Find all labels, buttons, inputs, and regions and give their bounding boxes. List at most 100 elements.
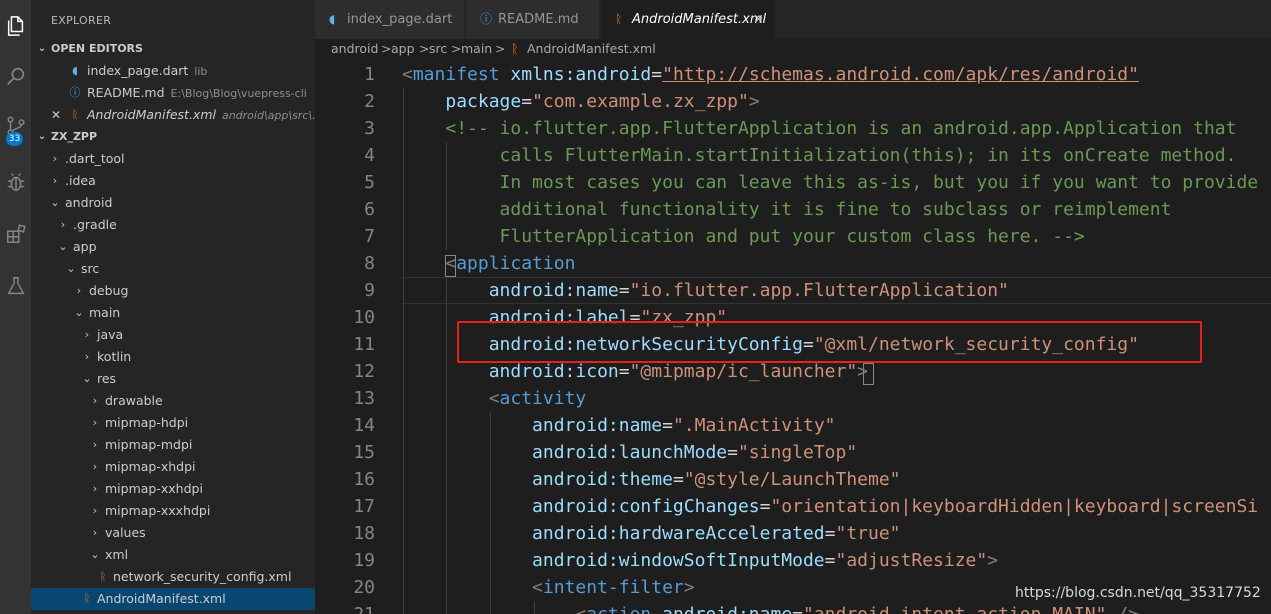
open-editor-item[interactable]: ⓘ README.md E:\Blog\Blog\vuepress-cli bbox=[31, 82, 315, 104]
tree-folder[interactable]: › debug bbox=[31, 280, 315, 302]
tab-close-icon[interactable]: × bbox=[753, 0, 764, 39]
code-line: <action android:name="android.intent.act… bbox=[402, 601, 1139, 614]
chevron-right-icon: › bbox=[52, 152, 58, 165]
chevron-down-icon: ⌄ bbox=[37, 131, 47, 142]
breadcrumb-item[interactable]: AndroidManifest.xml bbox=[527, 39, 656, 59]
breadcrumb-item[interactable]: src bbox=[429, 39, 447, 59]
code-line: android:name=".MainActivity" bbox=[532, 415, 836, 436]
debug-icon[interactable] bbox=[0, 162, 31, 202]
line-number: 5 bbox=[364, 172, 375, 193]
line-number: 13 bbox=[353, 388, 375, 409]
line-number: 11 bbox=[353, 334, 375, 355]
line-number: 7 bbox=[364, 226, 375, 247]
tree-folder[interactable]: › java bbox=[31, 324, 315, 346]
tree-file-selected[interactable]: ᚱ AndroidManifest.xml bbox=[31, 588, 315, 610]
code-line: <application bbox=[445, 253, 576, 274]
line-number: 21 bbox=[315, 601, 375, 614]
chevron-right-icon: › bbox=[92, 438, 98, 451]
tree-file[interactable]: ᚱ network_security_config.xml bbox=[31, 566, 315, 588]
code-line: android:windowSoftInputMode="adjustResiz… bbox=[532, 550, 999, 571]
line-number: 4 bbox=[364, 145, 375, 166]
project-header[interactable]: ⌄ ZX_ZPP bbox=[31, 126, 315, 148]
xml-file-icon: ᚱ bbox=[83, 592, 91, 605]
testing-icon[interactable] bbox=[0, 266, 31, 306]
code-comment-line: additional functionality it is fine to s… bbox=[499, 199, 1172, 220]
tree-folder[interactable]: › mipmap-xxxhdpi bbox=[31, 500, 315, 522]
extensions-icon[interactable] bbox=[0, 214, 31, 254]
tree-folder[interactable]: › .dart_tool bbox=[31, 148, 315, 170]
chevron-right-icon: › bbox=[92, 526, 98, 539]
tab-bar: ◖ index_page.dart ⓘ README.md ᚱ AndroidM… bbox=[315, 0, 1271, 39]
line-number: 1 bbox=[364, 64, 375, 85]
tree-folder[interactable]: ⌄ android bbox=[31, 192, 315, 214]
tree-folder[interactable]: ⌄ xml bbox=[31, 544, 315, 566]
line-number: 20 bbox=[353, 577, 375, 598]
code-comment-line: In most cases you can leave this as-is, … bbox=[499, 172, 1259, 193]
code-line: android:hardwareAccelerated="true" bbox=[532, 523, 901, 544]
code-line: android:configChanges="orientation|keybo… bbox=[532, 496, 1259, 517]
line-number: 19 bbox=[353, 550, 375, 571]
chevron-right-icon: › bbox=[52, 174, 58, 187]
code-line: android:theme="@style/LaunchTheme" bbox=[532, 469, 901, 490]
code-line: android:name="io.flutter.app.FlutterAppl… bbox=[488, 280, 1009, 301]
code-comment-line: <!-- io.flutter.app.FlutterApplication i… bbox=[445, 118, 1237, 139]
chevron-down-icon: ⌄ bbox=[74, 306, 84, 319]
chevron-down-icon: ⌄ bbox=[58, 240, 68, 253]
files-icon[interactable] bbox=[0, 6, 31, 46]
annotation-highlight-box bbox=[457, 321, 1202, 363]
tab-readme[interactable]: ⓘ README.md bbox=[466, 0, 600, 39]
dart-file-icon: ◖ bbox=[329, 12, 336, 26]
search-icon[interactable] bbox=[0, 56, 31, 96]
breadcrumb: android > app > src > main > ᚱ AndroidMa… bbox=[315, 39, 1271, 61]
chevron-right-icon: › bbox=[84, 350, 90, 363]
breadcrumb-item[interactable]: app bbox=[391, 39, 415, 59]
line-number: 16 bbox=[353, 469, 375, 490]
tree-folder[interactable]: › mipmap-mdpi bbox=[31, 434, 315, 456]
info-file-icon: ⓘ bbox=[480, 12, 493, 26]
line-number: 3 bbox=[364, 118, 375, 139]
tree-folder[interactable]: › mipmap-xhdpi bbox=[31, 456, 315, 478]
tab-android-manifest[interactable]: ᚱ AndroidManifest.xml × bbox=[601, 0, 776, 39]
tree-folder[interactable]: ⌄ app bbox=[31, 236, 315, 258]
line-number: 9 bbox=[364, 280, 375, 301]
breadcrumb-separator: > bbox=[451, 41, 462, 56]
line-number: 15 bbox=[353, 442, 375, 463]
tree-folder[interactable]: › mipmap-xxhdpi bbox=[31, 478, 315, 500]
tab-index-page[interactable]: ◖ index_page.dart bbox=[315, 0, 465, 39]
tree-folder[interactable]: › .idea bbox=[31, 170, 315, 192]
line-number: 14 bbox=[353, 415, 375, 436]
code-line: package="com.example.zx_zpp"> bbox=[445, 91, 760, 112]
watermark: https://blog.csdn.net/qq_35317752 bbox=[1015, 585, 1261, 601]
chevron-down-icon: ⌄ bbox=[82, 372, 92, 385]
code-line: <manifest xmlns:android="http://schemas.… bbox=[402, 64, 1139, 85]
close-icon[interactable]: ✕ bbox=[51, 104, 61, 126]
tree-folder[interactable]: ⌄ res bbox=[31, 368, 315, 390]
xml-file-icon: ᚱ bbox=[615, 12, 623, 26]
source-control-badge: 33 bbox=[6, 132, 23, 146]
breadcrumb-item[interactable]: main bbox=[461, 39, 492, 59]
tree-folder[interactable]: › drawable bbox=[31, 390, 315, 412]
tree-folder[interactable]: › .gradle bbox=[31, 214, 315, 236]
tree-folder[interactable]: › values bbox=[31, 522, 315, 544]
info-file-icon: ⓘ bbox=[69, 86, 81, 99]
breadcrumb-separator: > bbox=[495, 41, 506, 56]
chevron-right-icon: › bbox=[92, 504, 98, 517]
code-comment-line: FlutterApplication and put your custom c… bbox=[499, 226, 1085, 247]
line-number: 12 bbox=[353, 361, 375, 382]
explorer-sidebar: EXPLORER ⌄ OPEN EDITORS ◖ index_page.dar… bbox=[31, 0, 315, 614]
open-editors-header[interactable]: ⌄ OPEN EDITORS bbox=[31, 38, 315, 60]
explorer-title: EXPLORER bbox=[51, 14, 112, 27]
breadcrumb-item[interactable]: android bbox=[331, 39, 378, 59]
chevron-down-icon: ⌄ bbox=[90, 548, 100, 561]
activity-bar: 33 bbox=[0, 0, 31, 614]
tree-folder[interactable]: › mipmap-hdpi bbox=[31, 412, 315, 434]
code-comment-line: calls FlutterMain.startInitialization(th… bbox=[499, 145, 1237, 166]
tree-folder[interactable]: ⌄ main bbox=[31, 302, 315, 324]
breadcrumb-separator: > bbox=[419, 41, 430, 56]
open-editor-item-active[interactable]: ✕ ᚱ AndroidManifest.xml android\app\src\.… bbox=[31, 104, 315, 126]
tree-folder[interactable]: › kotlin bbox=[31, 346, 315, 368]
line-number: 2 bbox=[364, 91, 375, 112]
code-line: android:launchMode="singleTop" bbox=[532, 442, 858, 463]
tree-folder[interactable]: ⌄ src bbox=[31, 258, 315, 280]
open-editor-item[interactable]: ◖ index_page.dart lib bbox=[31, 60, 315, 82]
